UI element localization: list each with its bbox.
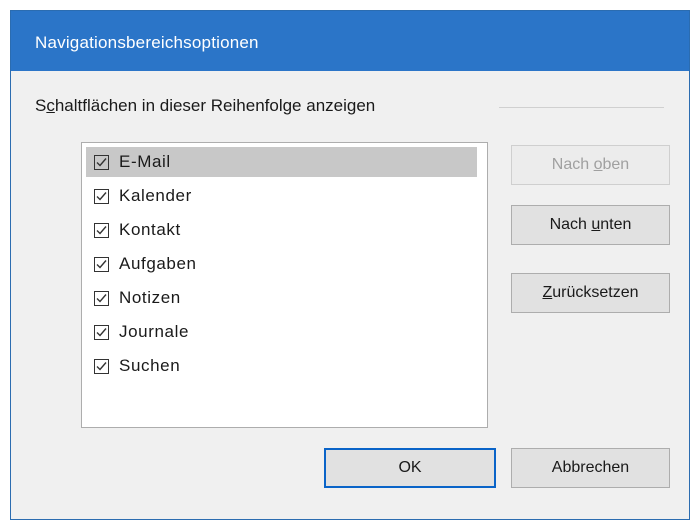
list-item-label: Kontakt	[119, 220, 181, 239]
move-down-label-prefix: Nach	[549, 216, 587, 233]
move-down-button[interactable]: Nach u nten	[511, 205, 670, 245]
reset-mnemonic: Z	[542, 284, 553, 301]
cancel-label: Abbrechen	[551, 459, 630, 476]
move-up-mnemonic: o	[593, 156, 603, 173]
checkbox-contact[interactable]	[94, 222, 109, 238]
list-item-label: Suchen	[119, 356, 181, 375]
move-down-mnemonic: u	[591, 216, 601, 233]
move-up-button[interactable]: Nach o ben	[511, 145, 670, 185]
group-label-prefix: S	[35, 96, 47, 115]
checkbox-calendar[interactable]	[94, 188, 109, 204]
list-item-label: Kalender	[119, 186, 192, 205]
list-item-notes[interactable]: Notizen	[86, 283, 477, 313]
list-item-label: Notizen	[119, 288, 181, 307]
checkbox-search[interactable]	[94, 358, 109, 374]
title-bar[interactable]: Navigationsbereichsoptionen	[11, 11, 689, 71]
group-label-mnemonic: c	[46, 96, 55, 115]
ok-label: OK	[398, 459, 422, 476]
list-item-label: E-Mail	[119, 152, 171, 171]
reset-button[interactable]: Zurücksetzen	[511, 273, 670, 313]
checkbox-journal[interactable]	[94, 324, 109, 340]
checkbox-notes[interactable]	[94, 290, 109, 306]
list-item-contact[interactable]: Kontakt	[86, 215, 477, 245]
list-item-search[interactable]: Suchen	[86, 351, 477, 381]
list-item-journal[interactable]: Journale	[86, 317, 477, 347]
checkbox-tasks[interactable]	[94, 256, 109, 272]
move-up-label-rest: ben	[602, 156, 630, 173]
group-label: Schaltflächen in dieser Reihenfolge anze…	[35, 96, 375, 116]
list-item-label: Journale	[119, 322, 190, 341]
cancel-button[interactable]: Abbrechen	[511, 448, 670, 488]
ok-button[interactable]: OK	[324, 448, 496, 488]
list-item-email[interactable]: E-Mail	[86, 147, 477, 177]
list-item-label: Aufgaben	[119, 254, 197, 273]
dialog-title: Navigationsbereichsoptionen	[35, 33, 259, 52]
move-up-label-prefix: Nach	[551, 156, 590, 173]
navigation-options-dialog: Navigationsbereichsoptionen Schaltfläche…	[10, 10, 690, 520]
group-label-rest: haltflächen in dieser Reihenfolge anzeig…	[54, 96, 376, 115]
move-down-label-rest: nten	[600, 216, 632, 233]
reset-label-rest: urücksetzen	[552, 284, 639, 301]
group-divider	[499, 107, 664, 108]
checkbox-email[interactable]	[94, 154, 109, 170]
list-item-calendar[interactable]: Kalender	[86, 181, 477, 211]
list-item-tasks[interactable]: Aufgaben	[86, 249, 477, 279]
button-order-list[interactable]: E-Mail Kalender Kontakt Aufgaben Notizen…	[81, 142, 488, 428]
